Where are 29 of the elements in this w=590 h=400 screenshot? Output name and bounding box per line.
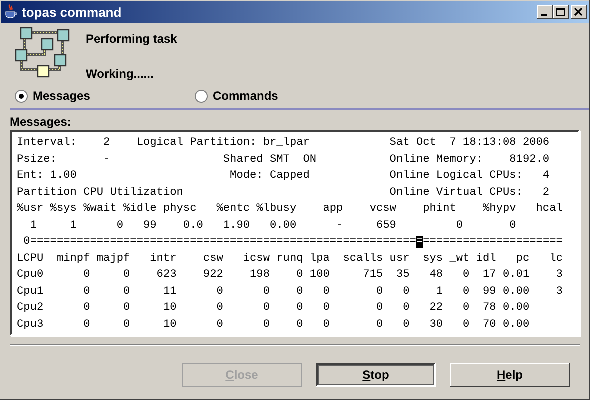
console-line: %usr %sys %wait %idle physc %entc %lbusy app vcsw phint %hypv hcal [17,202,564,217]
console-line: Cpu1 0 0 11 0 0 0 0 0 0 1 0 99 0.00 3 [17,284,564,300]
console-line: Ent: 1.00 Mode: Capped Online Logical CPUs: 4 [17,169,551,184]
messages-label: Messages: [10,115,72,129]
progress-label: Working...... [86,67,155,81]
dialog-button[interactable]: Stop [316,363,436,387]
maximize-icon [556,8,566,16]
dialog-button[interactable]: Help [450,363,570,387]
console-line: Interval: 2 Logical Partition: br_lpar Sat Oct 7 18:13:08 2006 [17,136,551,151]
maximize-button[interactable] [553,5,569,19]
meter-bar-text: 0========================================================== [22,236,416,248]
close-button[interactable] [571,5,587,19]
window-title: topas command [22,4,123,20]
console-line: 1 1 0 99 0.0 1.90 0.00 - 659 0 0 [29,218,518,234]
minimize-button[interactable] [537,5,553,19]
console-line: Partition CPU Utilization Online Virtual CPUs: 2 [17,186,551,200]
view-radio[interactable]: Messages [15,89,90,103]
console-line: Cpu0 0 0 623 922 198 0 100 715 35 48 0 17 0.01 3 [17,268,564,283]
text-cursor: = [416,236,424,248]
view-radio[interactable]: Commands [195,89,278,103]
close-icon [574,8,584,16]
coffee-cup-icon [4,4,18,20]
console-line: Cpu3 0 0 10 0 0 0 0 0 0 30 0 70 0.00 [17,318,531,332]
console-line: Cpu2 0 0 10 0 0 0 0 0 0 22 0 78 0.00 [17,301,531,316]
minimize-icon [541,14,547,16]
console-line: LCPU minpf majpf intr csw icsw runq lpa scalls usr sys _wt idl pc lc [17,252,564,266]
meter-bar-text: ===================== [423,236,563,248]
task-label: Performing task [86,32,178,46]
console-line: Psize: - Shared SMT ON Online Memory: 8192.0 [17,152,551,168]
